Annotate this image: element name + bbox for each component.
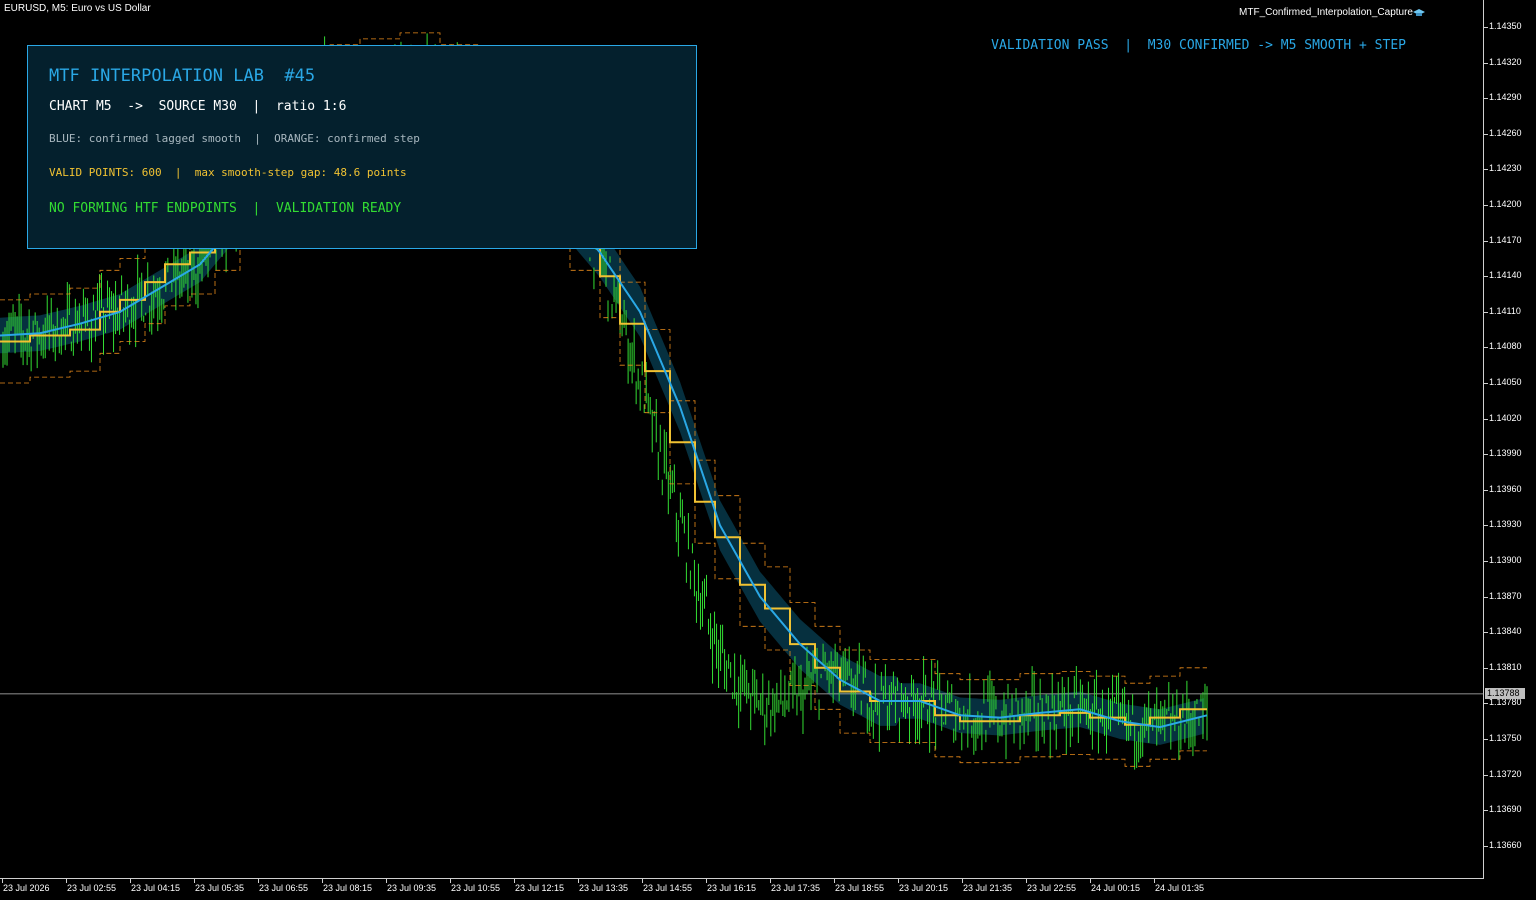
time-tick-label: 23 Jul 13:35 xyxy=(579,883,629,893)
interpolation-info-panel: MTF INTERPOLATION LAB #45 CHART M5 -> SO… xyxy=(27,45,697,249)
price-tick-mark xyxy=(1484,561,1488,562)
price-tick-label: 1.14110 xyxy=(1489,305,1521,316)
price-tick-label: 1.14320 xyxy=(1489,56,1522,67)
price-tick-mark xyxy=(1484,739,1488,740)
price-tick-mark xyxy=(1484,383,1488,384)
price-tick-label: 1.14230 xyxy=(1489,163,1522,174)
time-tick-label: 23 Jul 16:15 xyxy=(707,883,757,893)
price-tick-mark xyxy=(1484,27,1488,28)
price-tick-label: 1.14020 xyxy=(1489,412,1522,423)
expert-advisor-label[interactable]: MTF_Confirmed_Interpolation_Capture xyxy=(1239,7,1413,18)
chart-area[interactable]: EURUSD, M5: Euro vs US Dollar MTF_Confir… xyxy=(0,0,1484,879)
price-tick-label: 1.13720 xyxy=(1489,768,1522,779)
price-tick-label: 1.13840 xyxy=(1489,626,1522,637)
price-tick-label: 1.14290 xyxy=(1489,92,1522,103)
time-tick-label: 23 Jul 02:55 xyxy=(67,883,117,893)
validation-status-banner: VALIDATION PASS | M30 CONFIRMED -> M5 SM… xyxy=(991,38,1406,53)
time-tick-label: 23 Jul 20:15 xyxy=(899,883,949,893)
time-tick-label: 23 Jul 08:15 xyxy=(323,883,373,893)
price-tick-mark xyxy=(1484,489,1488,491)
price-tick-mark xyxy=(1484,62,1488,64)
price-tick-label: 1.13690 xyxy=(1489,804,1522,815)
price-tick-label: 1.13900 xyxy=(1489,555,1522,565)
price-tick-mark xyxy=(1484,240,1488,242)
time-axis[interactable]: 23 Jul 2026 23 Jul 02:55 23 Jul 04:15 23 Ju… xyxy=(0,879,1484,900)
price-tick-mark xyxy=(1484,703,1488,705)
price-tick-mark xyxy=(1484,133,1488,135)
price-tick-mark xyxy=(1484,810,1488,812)
panel-title: MTF INTERPOLATION LAB #45 xyxy=(49,66,316,86)
price-tick-label: 1.13930 xyxy=(1489,519,1522,530)
panel-stats-line: VALID POINTS: 600 | max smooth-step gap:… xyxy=(49,166,407,179)
price-tick-label: 1.13810 xyxy=(1489,661,1522,672)
graduation-cap-icon[interactable] xyxy=(1413,8,1425,18)
price-axis[interactable]: 1.14350 1.14320 1.14290 1.14260 1.14230 1.142… xyxy=(1484,0,1536,879)
time-tick-label: 23 Jul 09:35 xyxy=(387,883,437,893)
time-tick-label: 23 Jul 06:55 xyxy=(259,883,309,893)
price-tick-label: 1.13870 xyxy=(1489,590,1522,601)
time-tick-label: 23 Jul 05:35 xyxy=(195,883,245,893)
panel-timeframe-line: CHART M5 -> SOURCE M30 | ratio 1:6 xyxy=(49,99,347,114)
price-tick-mark xyxy=(1484,774,1488,776)
price-tick-mark xyxy=(1484,98,1488,100)
price-tick-label: 1.14350 xyxy=(1489,21,1522,31)
price-tick-mark xyxy=(1484,205,1488,206)
time-tick-label: 23 Jul 10:55 xyxy=(451,883,501,893)
price-tick-mark xyxy=(1484,276,1488,278)
time-tick-label: 23 Jul 22:55 xyxy=(1027,883,1077,893)
price-tick-label: 1.13960 xyxy=(1489,483,1522,494)
price-tick-label: 1.14050 xyxy=(1489,377,1522,387)
price-tick-mark xyxy=(1484,418,1488,420)
time-tick-label: 23 Jul 04:15 xyxy=(131,883,181,893)
price-tick-label: 1.14260 xyxy=(1489,127,1522,138)
price-tick-label: 1.14170 xyxy=(1489,234,1522,245)
time-tick-label: 23 Jul 21:35 xyxy=(963,883,1013,893)
panel-validation-line: NO FORMING HTF ENDPOINTS | VALIDATION RE… xyxy=(49,201,402,216)
time-tick-label: 23 Jul 18:55 xyxy=(835,883,885,893)
current-price-label: 1.13788 xyxy=(1485,687,1525,699)
panel-legend-line: BLUE: confirmed lagged smooth | ORANGE: … xyxy=(49,132,420,145)
price-tick-label: 1.14080 xyxy=(1489,341,1522,352)
price-tick-mark xyxy=(1484,311,1488,313)
time-tick-label: 23 Jul 2026 xyxy=(3,883,50,893)
price-tick-mark xyxy=(1484,632,1488,634)
time-tick-label: 24 Jul 01:35 xyxy=(1155,883,1205,893)
time-tick-label: 24 Jul 00:15 xyxy=(1091,883,1141,893)
price-tick-mark xyxy=(1484,596,1488,598)
price-tick-label: 1.13750 xyxy=(1489,733,1522,743)
price-tick-label: 1.13990 xyxy=(1489,448,1522,459)
time-tick-label: 23 Jul 12:15 xyxy=(515,883,565,893)
price-tick-mark xyxy=(1484,845,1488,847)
time-tick-label: 23 Jul 17:35 xyxy=(771,883,821,893)
price-tick-mark xyxy=(1484,525,1488,527)
price-tick-mark xyxy=(1484,347,1488,349)
price-tick-mark xyxy=(1484,169,1488,171)
time-tick-label: 23 Jul 14:55 xyxy=(643,883,693,893)
price-tick-label: 1.14140 xyxy=(1489,270,1522,281)
price-tick-label: 1.13660 xyxy=(1489,839,1522,850)
price-tick-mark xyxy=(1484,667,1488,669)
symbol-label: EURUSD, M5: Euro vs US Dollar xyxy=(4,3,151,14)
price-tick-mark xyxy=(1484,454,1488,456)
price-tick-label: 1.14200 xyxy=(1489,199,1522,209)
